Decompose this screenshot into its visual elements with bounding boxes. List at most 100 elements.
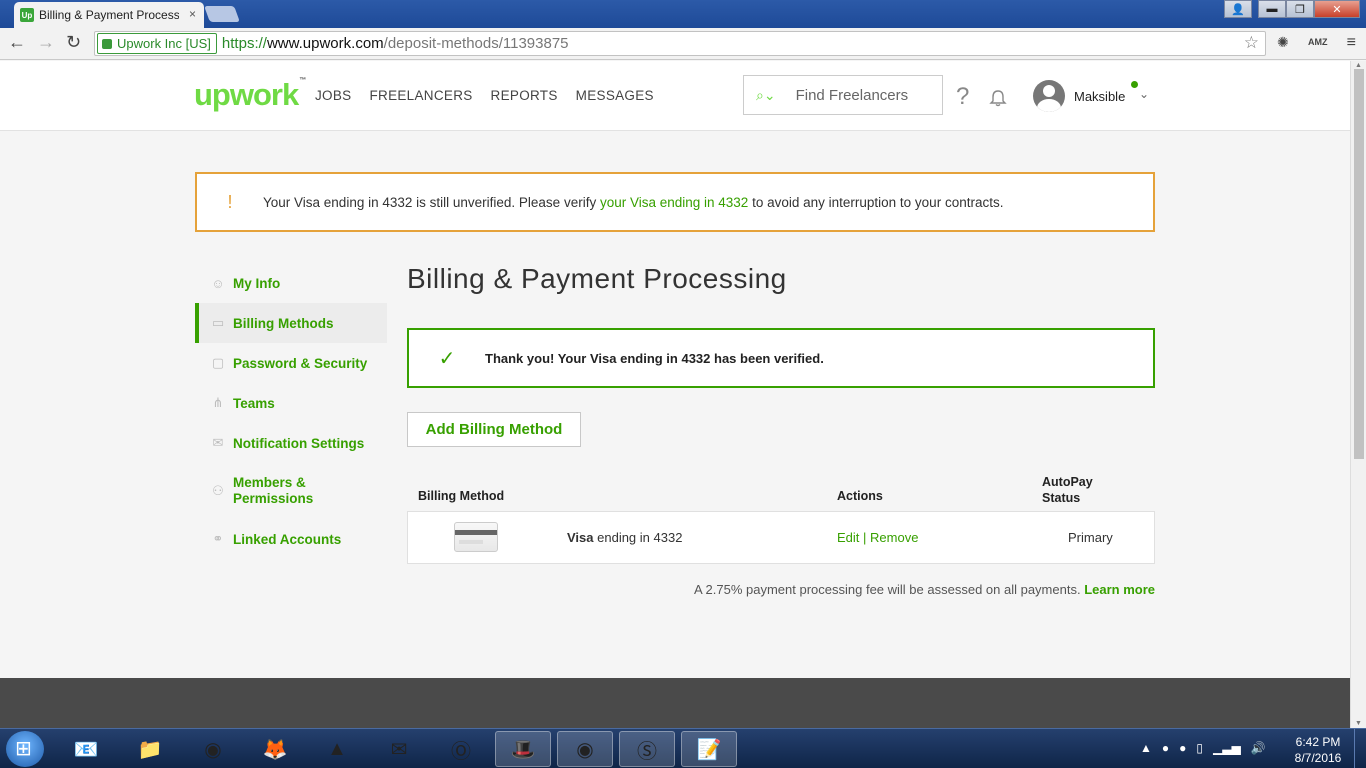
- vertical-scrollbar[interactable]: ▲ ▼: [1350, 61, 1366, 728]
- taskbar-skype-icon[interactable]: Ⓢ: [619, 731, 675, 767]
- minimize-button[interactable]: ▬: [1258, 0, 1286, 18]
- checkmark-icon: ✓: [438, 347, 456, 370]
- tab-title: Billing & Payment Processing: [39, 8, 179, 22]
- nav-messages[interactable]: MESSAGES: [576, 88, 654, 103]
- teams-icon: ⋔: [212, 395, 224, 410]
- show-desktop-button[interactable]: [1354, 729, 1366, 768]
- nav-jobs[interactable]: JOBS: [315, 88, 351, 103]
- page-title: Billing & Payment Processing: [407, 263, 787, 294]
- sidebar-item-members-permissions[interactable]: ⚇ Members & Permissions: [195, 463, 387, 519]
- battery-icon[interactable]: ▯: [1196, 741, 1203, 755]
- extension-bug-icon[interactable]: ✺: [1277, 34, 1289, 51]
- nav-freelancers[interactable]: FREELANCERS: [369, 88, 472, 103]
- lock-icon: [102, 38, 112, 49]
- link-icon: ⚭: [212, 531, 224, 546]
- maximize-button[interactable]: ❐: [1286, 0, 1314, 18]
- taskbar-firefox-icon[interactable]: 🦊: [247, 731, 303, 767]
- close-window-button[interactable]: ✕: [1314, 0, 1360, 18]
- settings-sidebar: ☺ My Info ▭ Billing Methods ▢ Password &…: [195, 263, 387, 559]
- taskbar-chrome-active-icon[interactable]: ◉: [557, 731, 613, 767]
- sidebar-item-my-info[interactable]: ☺ My Info: [195, 263, 387, 303]
- add-billing-method-button[interactable]: Add Billing Method: [407, 412, 581, 447]
- scroll-down-icon[interactable]: ▼: [1355, 720, 1362, 727]
- tray-app-icon[interactable]: ●: [1162, 741, 1169, 755]
- signal-icon[interactable]: ▁▃▅: [1213, 741, 1241, 755]
- chrome-menu-icon[interactable]: ≡: [1347, 34, 1356, 52]
- tray-expand-icon[interactable]: ▲: [1140, 741, 1152, 755]
- autopay-status: Primary: [1068, 530, 1113, 545]
- edit-link[interactable]: Edit: [837, 530, 859, 545]
- members-icon: ⚇: [212, 483, 224, 498]
- reload-icon[interactable]: ↻: [66, 32, 81, 53]
- sidebar-item-teams[interactable]: ⋔ Teams: [195, 383, 387, 423]
- scrollbar-thumb[interactable]: [1354, 69, 1364, 459]
- table-row: Visa ending in 4332 Edit | Remove Primar…: [407, 511, 1155, 564]
- browser-toolbar: ← → ↻ Upwork Inc [US] https://www.upwork…: [0, 28, 1366, 60]
- taskbar-notepad-icon[interactable]: 📝: [681, 731, 737, 767]
- page-viewport: upwork™ JOBS FREELANCERS REPORTS MESSAGE…: [0, 61, 1350, 728]
- url-path: /deposit-methods/11393875: [383, 35, 569, 52]
- browser-tab[interactable]: Up Billing & Payment Processing ×: [14, 2, 204, 28]
- search-input[interactable]: [795, 86, 946, 104]
- start-button[interactable]: [6, 731, 44, 767]
- billing-method-name: Visa ending in 4332: [567, 530, 683, 545]
- search-icon[interactable]: ⌕⌄: [756, 87, 776, 104]
- tray-app2-icon[interactable]: ●: [1179, 741, 1186, 755]
- site-footer: [0, 678, 1350, 728]
- url-host: www.upwork.com: [266, 35, 384, 52]
- scroll-up-icon[interactable]: ▲: [1355, 62, 1362, 69]
- search-box[interactable]: ⌕⌄: [743, 75, 946, 115]
- unverified-alert: ! Your Visa ending in 4332 is still unve…: [195, 172, 1155, 232]
- credit-card-icon: [454, 522, 498, 552]
- forward-arrow-icon[interactable]: →: [37, 32, 55, 53]
- main-nav: JOBS FREELANCERS REPORTS MESSAGES: [315, 88, 654, 103]
- system-clock[interactable]: 6:42 PM 8/7/2016: [1283, 734, 1353, 766]
- sidebar-item-password-security[interactable]: ▢ Password & Security: [195, 343, 387, 383]
- window-controls: 👤 ▬ ❐ ✕: [1224, 0, 1360, 18]
- bookmark-star-icon[interactable]: ☆: [1244, 33, 1259, 53]
- nav-reports[interactable]: REPORTS: [491, 88, 558, 103]
- url-scheme: https://: [221, 35, 267, 52]
- site-header: upwork™ JOBS FREELANCERS REPORTS MESSAGE…: [0, 61, 1350, 131]
- verified-success-banner: ✓ Thank you! Your Visa ending in 4332 ha…: [407, 328, 1155, 388]
- credit-card-icon: ▭: [211, 315, 225, 330]
- envelope-icon: ✉: [212, 435, 224, 450]
- bell-icon[interactable]: [989, 89, 1007, 107]
- avatar[interactable]: [1033, 80, 1065, 112]
- taskbar-vlc-icon[interactable]: ▲: [309, 731, 365, 767]
- learn-more-link[interactable]: Learn more: [1084, 582, 1155, 597]
- sidebar-item-billing-methods[interactable]: ▭ Billing Methods: [195, 303, 387, 343]
- taskbar-app-icon[interactable]: 🎩: [495, 731, 551, 767]
- ev-certificate-badge[interactable]: Upwork Inc [US]: [97, 33, 217, 54]
- new-tab-button[interactable]: [204, 6, 240, 22]
- volume-icon[interactable]: 🔊: [1251, 741, 1266, 755]
- taskbar-mail-app-icon[interactable]: ✉: [371, 731, 427, 767]
- extension-amz-icon[interactable]: AMZ: [1308, 37, 1328, 47]
- sidebar-item-notification-settings[interactable]: ✉ Notification Settings: [195, 423, 387, 463]
- billing-table-header: Billing Method Actions AutoPay Status: [407, 471, 1155, 511]
- user-icon: ☺: [211, 275, 225, 291]
- taskbar-file-explorer-icon[interactable]: 📁: [122, 731, 178, 767]
- row-actions: Edit | Remove: [837, 530, 919, 545]
- username[interactable]: Maksible: [1074, 89, 1125, 104]
- taskbar-email-icon[interactable]: 📧: [58, 731, 114, 767]
- column-header-actions: Actions: [837, 489, 883, 503]
- taskbar-chrome-icon[interactable]: ◉: [185, 731, 241, 767]
- taskbar-opera-icon[interactable]: Ⓞ: [433, 731, 489, 767]
- system-tray: ▲ ● ● ▯ ▁▃▅ 🔊: [1140, 741, 1266, 755]
- lock-icon: ▢: [211, 355, 225, 370]
- success-text: Thank you! Your Visa ending in 4332 has …: [485, 350, 824, 366]
- sidebar-item-linked-accounts[interactable]: ⚭ Linked Accounts: [195, 519, 387, 559]
- chevron-down-icon[interactable]: ⌄: [1139, 87, 1149, 101]
- alert-text: Your Visa ending in 4332 is still unveri…: [263, 194, 1004, 210]
- help-icon[interactable]: ?: [956, 83, 969, 111]
- back-arrow-icon[interactable]: ←: [8, 32, 26, 53]
- upwork-logo[interactable]: upwork™: [194, 77, 306, 113]
- online-status-dot: [1131, 81, 1138, 88]
- tab-close-icon[interactable]: ×: [189, 7, 196, 21]
- user-profile-icon[interactable]: 👤: [1224, 0, 1252, 18]
- remove-link[interactable]: Remove: [870, 530, 918, 545]
- fee-notice: A 2.75% payment processing fee will be a…: [693, 582, 1155, 597]
- verify-visa-link[interactable]: your Visa ending in 4332: [600, 195, 748, 210]
- address-bar[interactable]: Upwork Inc [US] https://www.upwork.com/d…: [94, 31, 1266, 56]
